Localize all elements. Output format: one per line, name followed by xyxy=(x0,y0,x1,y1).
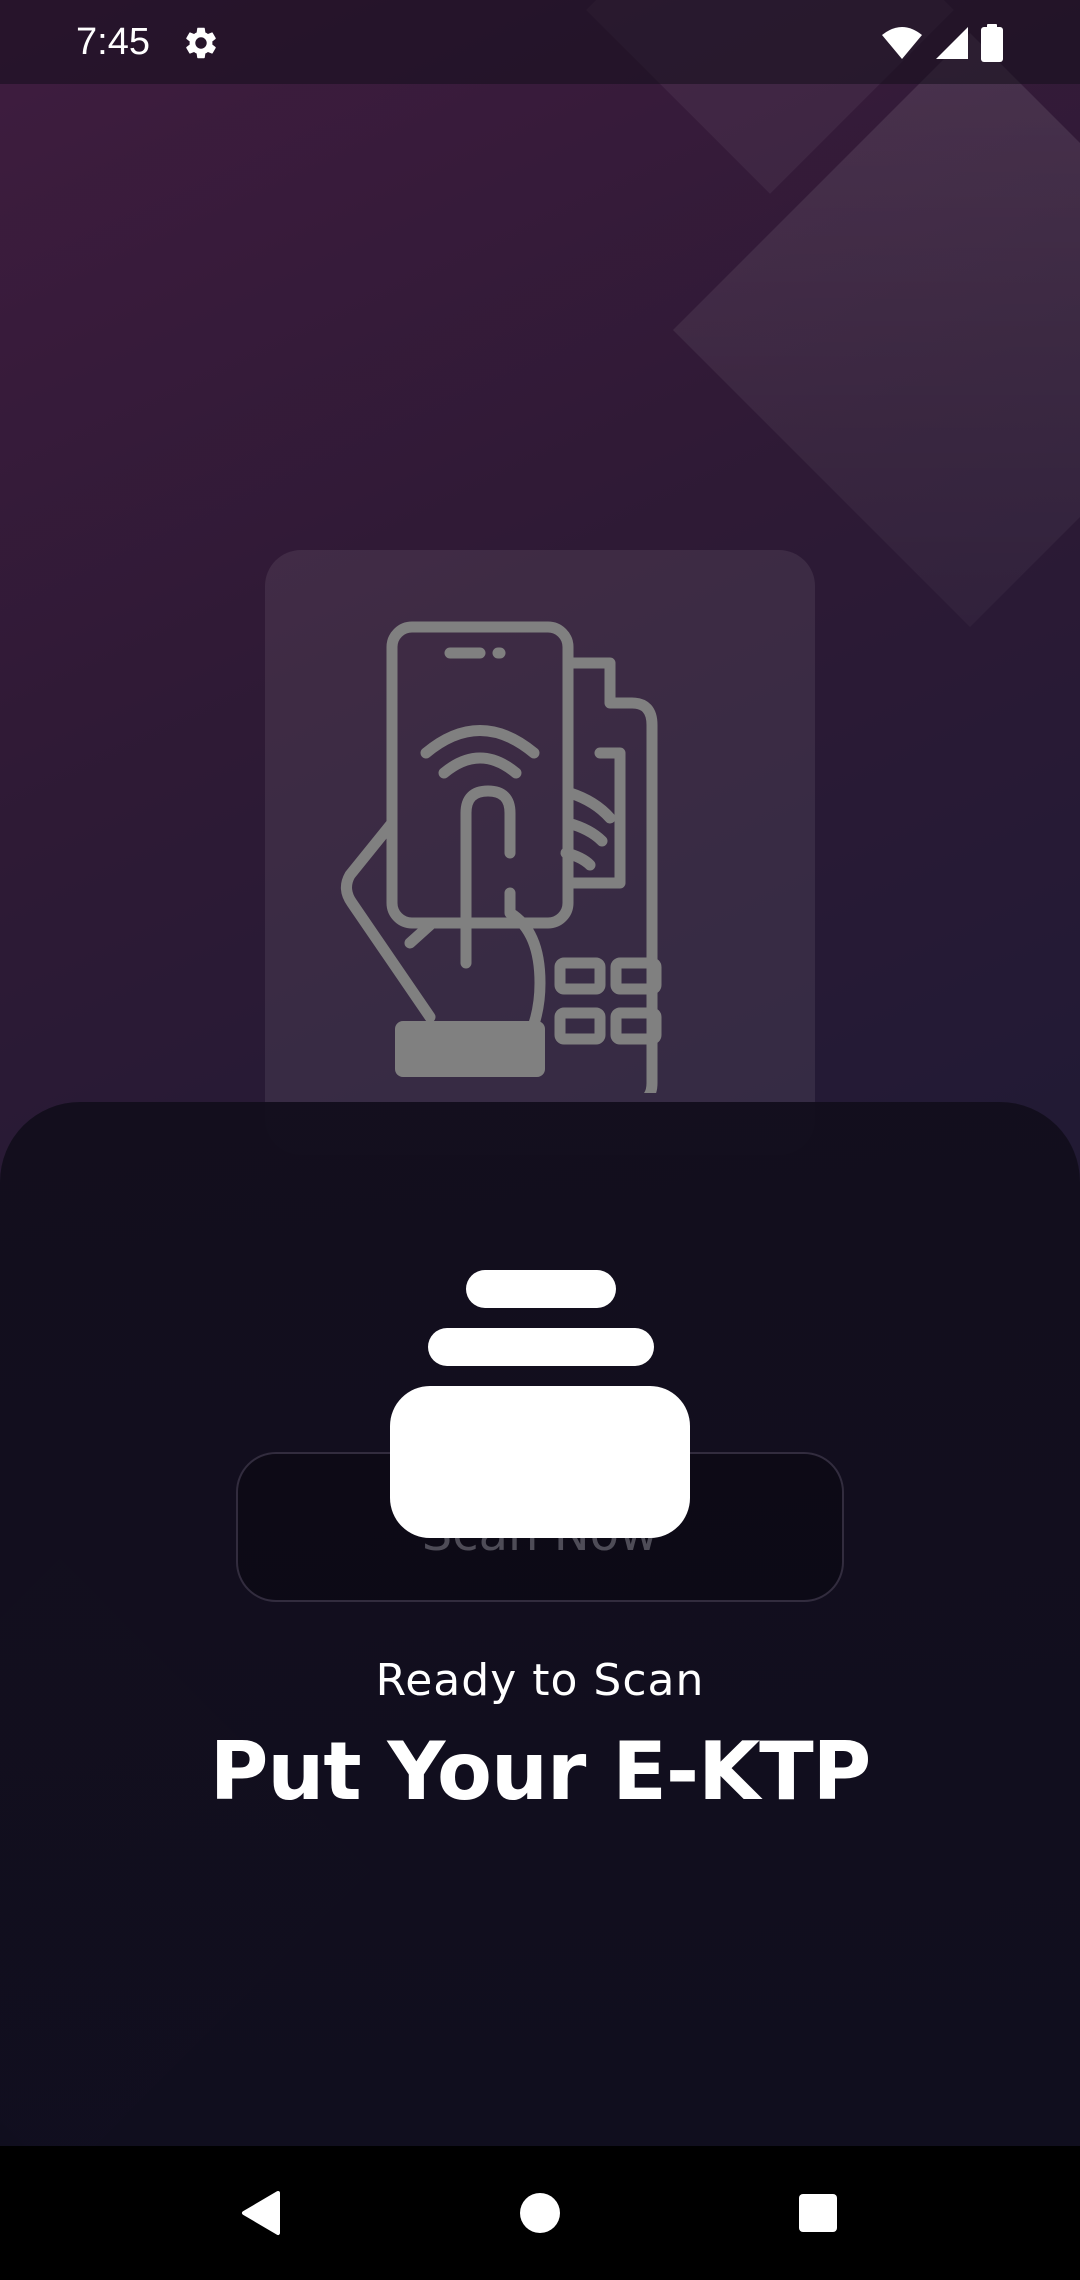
recents-icon xyxy=(799,2194,837,2232)
nfc-phone-payment-icon xyxy=(341,621,662,1093)
status-time: 7:45 xyxy=(76,21,150,63)
put-ektp-headline: Put Your E-KTP xyxy=(209,1725,872,1818)
home-icon xyxy=(520,2193,560,2233)
nfc-scan-screen: 7:45 Ready to Scan Put Your E-KTP xyxy=(0,0,1080,2280)
gear-icon xyxy=(186,27,216,59)
back-button[interactable] xyxy=(220,2173,300,2253)
wifi-icon xyxy=(882,27,922,59)
battery-icon xyxy=(981,24,1003,62)
status-bar: 7:45 xyxy=(0,0,1080,84)
back-icon xyxy=(242,2191,280,2235)
ready-to-scan-text: Ready to Scan xyxy=(375,1655,705,1706)
background-decoration xyxy=(673,33,1080,627)
recents-button[interactable] xyxy=(778,2173,858,2253)
nfc-scan-sheet xyxy=(0,1102,1080,2146)
status-icons xyxy=(880,24,1004,62)
home-button[interactable] xyxy=(500,2173,580,2253)
nfc-scan-glyph-icon xyxy=(390,1270,690,1540)
illustration-card xyxy=(265,550,815,1155)
navigation-bar xyxy=(0,2146,1080,2280)
cellular-signal-icon xyxy=(936,27,968,59)
